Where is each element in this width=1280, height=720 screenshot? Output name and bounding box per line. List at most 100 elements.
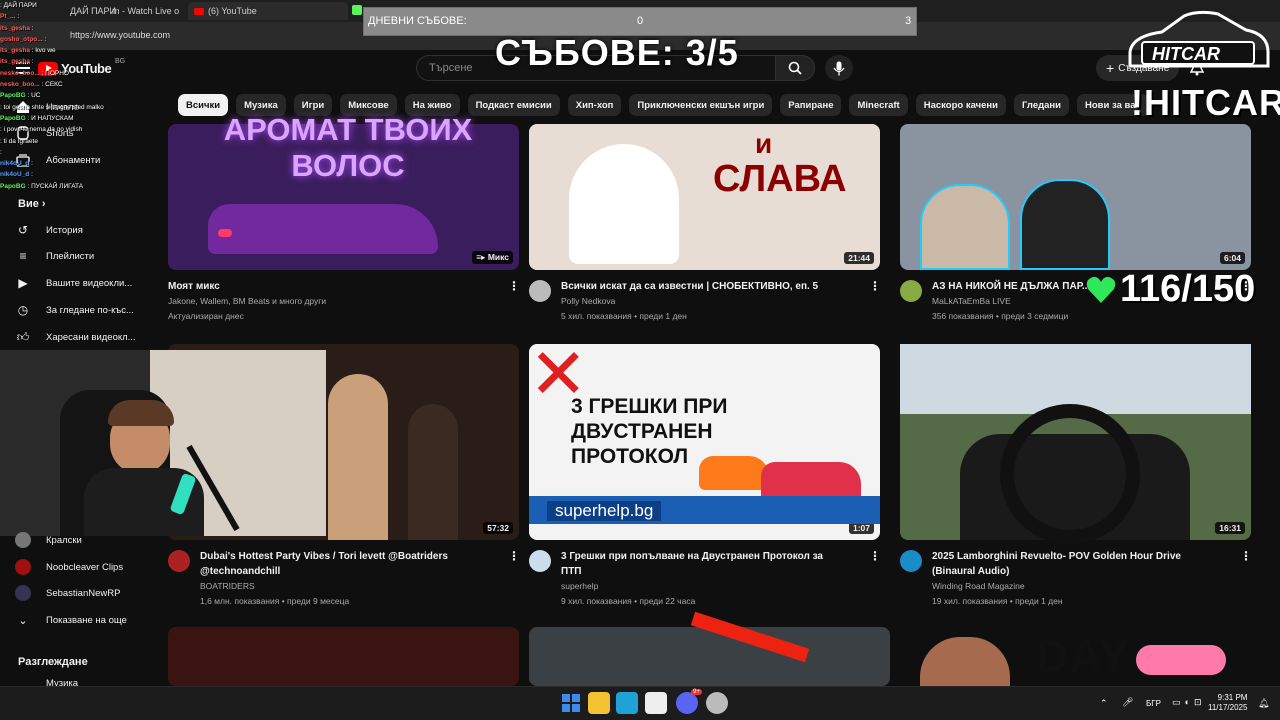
chat-user: nik4oU_d — [0, 171, 30, 179]
more-options-icon[interactable]: ⋮ — [869, 549, 881, 563]
sidebar-sub-1[interactable]: Noobcleaver Clips — [14, 554, 123, 580]
chat-user: nesko_boo... — [0, 69, 40, 77]
video-title[interactable]: 3 Грешки при попълване на Двустранен Про… — [561, 549, 841, 579]
chip-5[interactable]: Подкаст емисии — [467, 94, 560, 116]
chevron-up-icon[interactable]: ⌃ — [1100, 698, 1108, 709]
channel-name[interactable]: Winding Road Magazine — [932, 579, 1025, 594]
mix-badge-label: Микс — [487, 252, 509, 262]
chat-separator: : — [15, 13, 20, 21]
chip-7[interactable]: Приключенски екшън игри — [629, 94, 773, 116]
chip-8[interactable]: Рапиране — [780, 94, 842, 116]
sidebar-item-you-3[interactable]: ◷ За гледане по-къс... — [14, 297, 134, 323]
video-thumbnail[interactable]: ≡▸ Микс — [168, 124, 519, 270]
video-thumbnail[interactable]: 16:31 — [900, 344, 1251, 540]
sidebar-explore-heading: Разглеждане — [18, 656, 88, 668]
chat-user: Pt_... — [0, 13, 16, 21]
chat-message: its_gesha : — [0, 23, 162, 34]
kick-tab-icon[interactable] — [352, 5, 362, 15]
chip-3[interactable]: Миксове — [340, 94, 397, 116]
sidebar-item-you-1[interactable]: ≡ Плейлисти — [14, 243, 94, 269]
obs-icon[interactable] — [706, 692, 728, 714]
chip-0[interactable]: Всички — [178, 94, 229, 116]
sidebar-item-label: Вашите видеокли... — [46, 277, 133, 289]
system-tray-icons[interactable]: ▭◐⊡ — [1172, 697, 1205, 708]
sidebar-sub-2[interactable]: SebastianNewRP — [14, 580, 120, 606]
chip-1[interactable]: Музика — [236, 94, 286, 116]
sidebar-item-you-4[interactable]: 👍︎ Харесани видеокл... — [14, 324, 136, 350]
language-indicator[interactable]: БГР — [1146, 699, 1161, 708]
chat-text: toi gesha shte si trugne sled malko — [3, 103, 104, 111]
sidebar-item-you-0[interactable]: ↺ История — [14, 217, 83, 243]
chat-message: : ti da Igraete — [0, 136, 162, 147]
chip-11[interactable]: Гледани — [1014, 94, 1070, 116]
sidebar-item-you-2[interactable]: ▶ Вашите видеокли... — [14, 270, 132, 296]
chip-6[interactable]: Хип-хоп — [567, 94, 622, 116]
channel-avatar[interactable] — [168, 550, 190, 572]
heart-icon — [1086, 276, 1116, 309]
chat-user: PapoBG — [0, 182, 26, 190]
taskbar-clock[interactable]: 9:31 PM 11/17/2025 — [1208, 693, 1247, 713]
stream-chat-overlay: : ДАЙ ПАРИ Pt_... : its_gesha : gosho_otp… — [0, 0, 162, 200]
chat-message: PapoBG : UC — [0, 90, 162, 101]
chip-2[interactable]: Игри — [293, 94, 333, 116]
chat-separator: : — [30, 24, 34, 32]
channel-name[interactable]: superhelp — [561, 579, 598, 594]
search-button[interactable] — [775, 55, 815, 81]
hitcar-badge: HITCAR — [1122, 6, 1274, 80]
video-title[interactable]: Всички искат да са известни | СНОБЕКТИВН… — [561, 279, 841, 294]
person-shape — [920, 637, 1010, 686]
channel-name[interactable]: Jakone, Wallem, BM Beats и много други — [168, 294, 326, 309]
chat-text: UC — [31, 92, 41, 100]
video-thumbnail[interactable] — [168, 627, 519, 686]
more-options-icon[interactable]: ⋮ — [508, 279, 520, 293]
search-placeholder: Търсене — [429, 62, 473, 74]
chat-message: : — [0, 147, 162, 158]
video-thumbnail[interactable] — [529, 627, 890, 686]
sidebar-item-label: Показване на още — [46, 614, 127, 626]
video-thumbnail[interactable]: 21:44 — [529, 124, 880, 270]
chevron-down-icon: ⌄ — [18, 614, 28, 627]
chat-user: nik4oU_d — [0, 160, 30, 168]
chip-4[interactable]: На живо — [404, 94, 460, 116]
edge-browser-icon[interactable] — [616, 692, 638, 714]
more-options-icon[interactable]: ⋮ — [508, 549, 520, 563]
chip-10[interactable]: Наскоро качени — [915, 94, 1007, 116]
chip-9[interactable]: Minecraft — [849, 94, 908, 116]
chat-message: : toi gesha shte si trugne sled malko — [0, 102, 162, 113]
notification-center-icon[interactable]: 🔔︎ — [1258, 698, 1269, 709]
store-icon[interactable] — [645, 692, 667, 714]
video-title[interactable]: Моят микс — [168, 279, 480, 294]
channel-name[interactable]: BOATRIDERS — [200, 579, 255, 594]
search-icon — [788, 61, 802, 75]
daily-label: ДНЕВНИ СЪБОВЕ: — [368, 15, 467, 27]
tab-youtube[interactable]: (6) YouTube — [188, 2, 348, 20]
chat-message: PapoBG : ПУСКАЙ ЛИГАТА — [0, 181, 162, 192]
chat-user: PapoBG — [0, 92, 26, 100]
channel-avatar[interactable] — [900, 280, 922, 302]
more-options-icon[interactable]: ⋮ — [869, 279, 881, 293]
chat-message: : ДАЙ ПАРИ — [0, 0, 162, 11]
file-explorer-icon[interactable] — [588, 692, 610, 714]
windows-start-icon[interactable] — [560, 692, 582, 714]
voice-search-button[interactable] — [825, 55, 853, 81]
video-meta: 1,6 млн. показвания • преди 9 месеца — [200, 596, 350, 606]
video-thumbnail[interactable]: 1:07 — [529, 344, 880, 540]
channel-avatar[interactable] — [529, 280, 551, 302]
video-meta: 356 показвания • преди 3 седмици — [932, 311, 1069, 321]
video-thumbnail[interactable]: 6:04 — [900, 124, 1251, 270]
chat-message: its_gesha : — [0, 56, 162, 67]
mix-badge: ≡▸ Микс — [472, 251, 513, 264]
microphone-tray-icon[interactable]: 🎤︎ — [1122, 697, 1133, 708]
channel-avatar[interactable] — [529, 550, 551, 572]
channel-avatar[interactable] — [900, 550, 922, 572]
daily-value: 0 — [637, 15, 644, 27]
sidebar-sub-3[interactable]: ⌄ Показване на още — [14, 607, 127, 633]
sidebar-sub-0[interactable]: Кралски — [14, 527, 82, 553]
discord-icon[interactable]: 9+ — [676, 689, 702, 714]
video-title[interactable]: 2025 Lamborghini Revuelto- POV Golden Ho… — [932, 549, 1212, 579]
channel-name[interactable]: MaLkATaEmBa LIVE — [932, 294, 1011, 309]
more-options-icon[interactable]: ⋮ — [1240, 549, 1252, 563]
video-title[interactable]: Dubai's Hottest Party Vibes / Tori levet… — [200, 549, 480, 579]
channel-name[interactable]: Polly Nedkova — [561, 294, 615, 309]
chat-user: its_gesha — [0, 58, 30, 66]
